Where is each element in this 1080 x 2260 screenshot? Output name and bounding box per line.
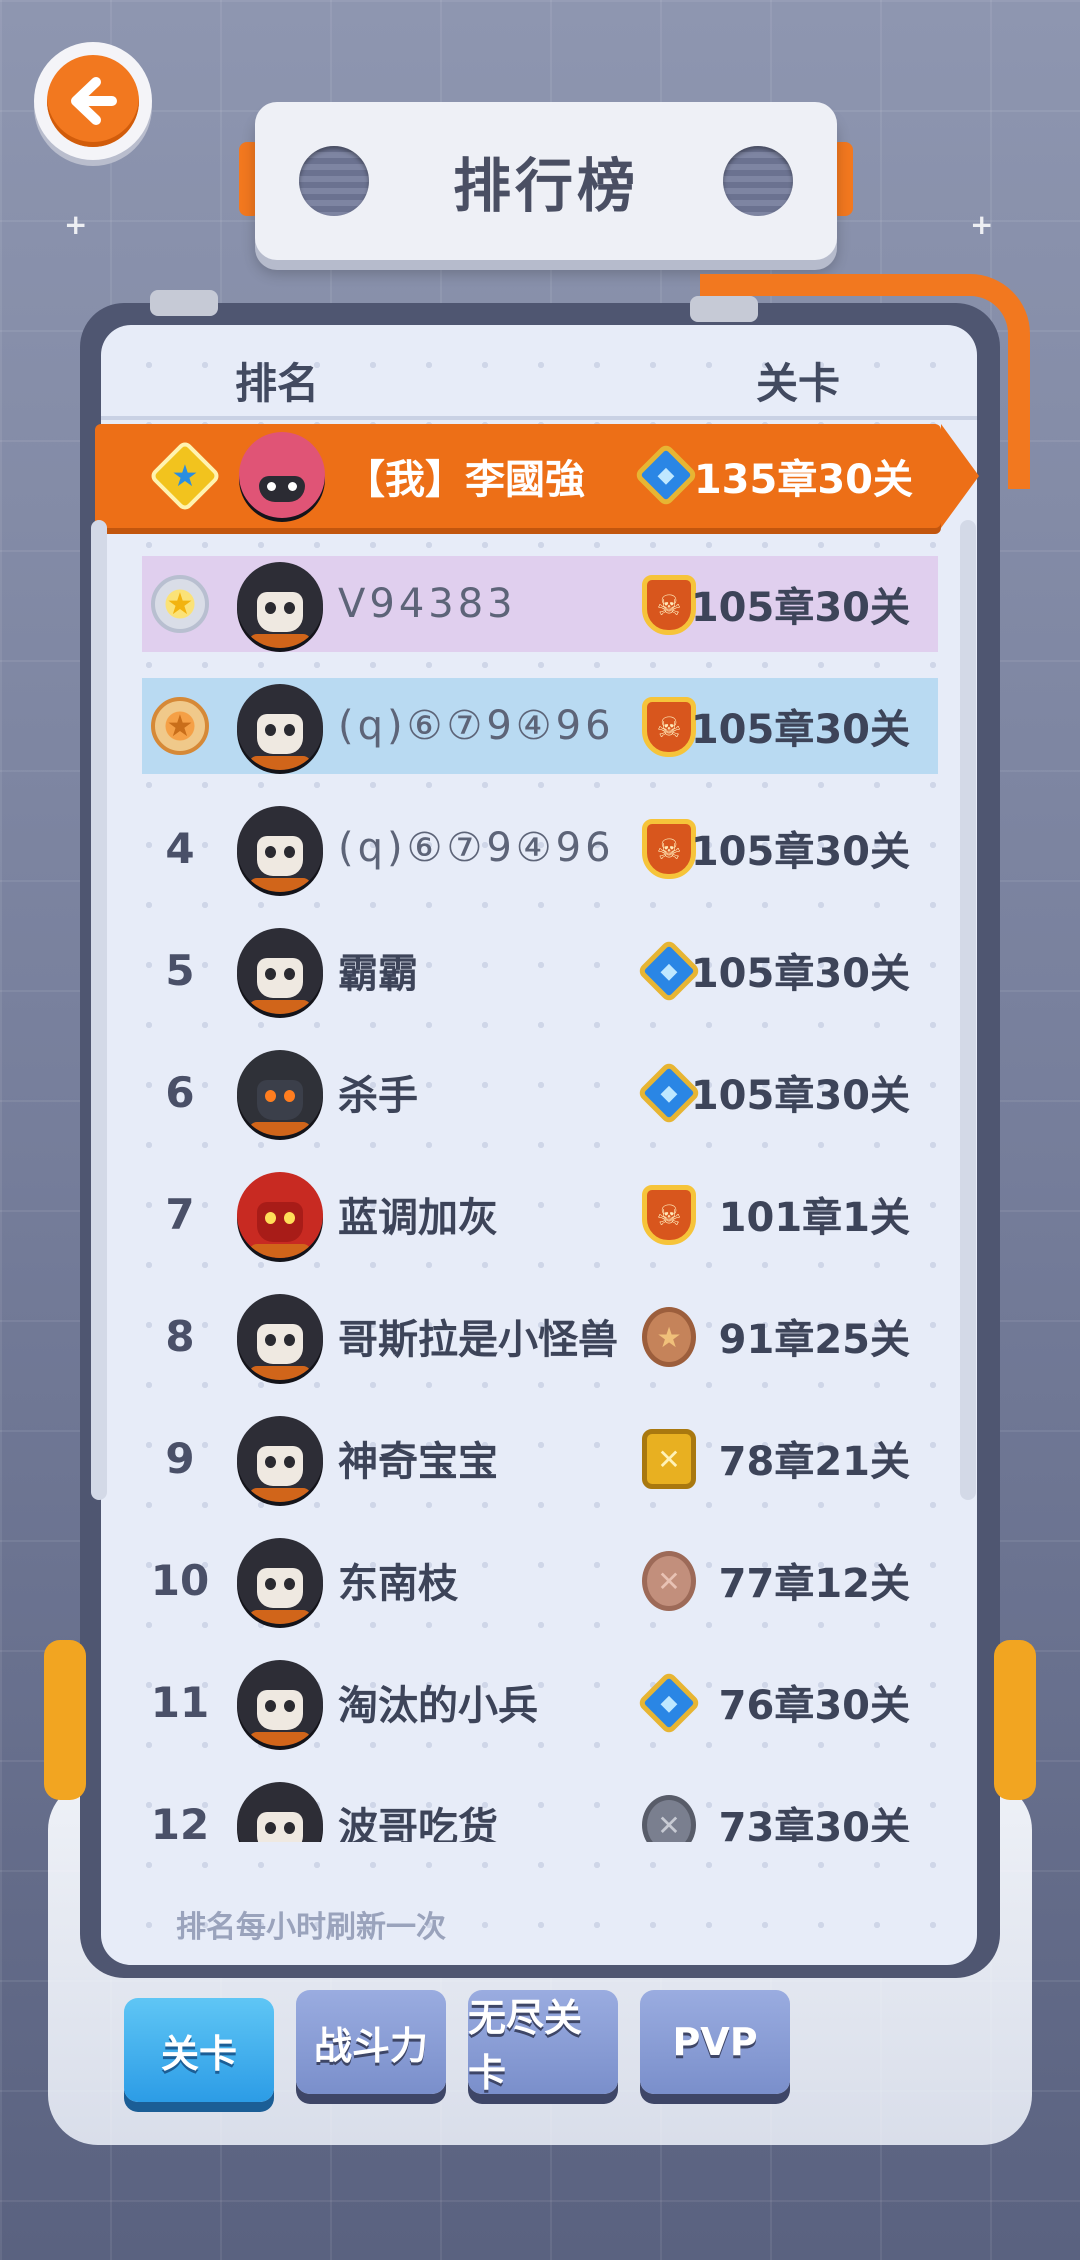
rank-number: 6 [165, 1067, 195, 1117]
board-clip [150, 290, 218, 316]
level-column-header: 关卡 [756, 359, 841, 408]
avatar [237, 806, 323, 892]
player-level: 105章30关 [690, 707, 910, 753]
avatar [237, 1172, 323, 1258]
bronze-star-badge-icon: ★ [638, 1304, 700, 1370]
rank-column-header: 排名 [235, 359, 320, 408]
player-name: 霸霸 [338, 951, 418, 997]
avatar [237, 1050, 323, 1136]
rank-medal: ★ [142, 678, 218, 774]
leaderboard-row[interactable]: ★ (q)⑥⑦9④96 ☠ 105章30关 [142, 678, 938, 774]
player-level: 105章30关 [690, 1073, 910, 1119]
leaderboard-row[interactable]: 6 杀手 ◆ 105章30关 [142, 1044, 938, 1140]
avatar [237, 1294, 323, 1380]
tab-level[interactable]: 关卡 [124, 1998, 274, 2102]
player-name: 神奇宝宝 [338, 1439, 498, 1485]
leaderboard-row[interactable]: 12 波哥吃货 ✕ 73章30关 [142, 1776, 938, 1842]
my-level: 135章30关 [693, 457, 913, 503]
tray-side-left [44, 1640, 86, 1800]
player-name: 东南枝 [338, 1561, 458, 1607]
tab-endless[interactable]: 无尽关卡 [468, 1990, 618, 2095]
player-name: 杀手 [338, 1073, 418, 1119]
rank-number: 10 [150, 1555, 210, 1605]
player-name: 淘汰的小兵 [338, 1683, 538, 1729]
my-rank-row[interactable]: ★ 【我】李國強 ◆ 135章30关 [95, 424, 979, 528]
category-tabs: 关卡 战斗力 无尽关卡 PVP [124, 1990, 790, 2102]
refresh-note: 排名每小时刷新一次 [176, 1910, 446, 1945]
rank-number: 8 [165, 1311, 195, 1361]
sparkle-icon: + [64, 208, 88, 241]
player-name: 波哥吃货 [338, 1805, 498, 1842]
title-plate: 排行榜 [239, 102, 853, 260]
rank-medal: ★ [142, 556, 218, 652]
back-button[interactable] [34, 42, 152, 160]
player-level: 91章25关 [718, 1317, 910, 1363]
bolt-icon [723, 146, 793, 216]
leaderboard-row[interactable]: 7 蓝调加灰 ☠ 101章1关 [142, 1166, 938, 1262]
player-level: 76章30关 [718, 1683, 910, 1729]
rank-number: 7 [165, 1189, 195, 1239]
avatar [237, 562, 323, 648]
avatar [237, 928, 323, 1014]
blue-gem-badge-icon: ◆ [636, 1670, 702, 1736]
bolt-icon [299, 146, 369, 216]
rank-number: 4 [165, 823, 195, 873]
grey-badge-icon: ✕ [638, 1792, 700, 1842]
tab-power[interactable]: 战斗力 [296, 1990, 446, 2094]
leaderboard-row[interactable]: 4 (q)⑥⑦9④96 ☠ 105章30关 [142, 800, 938, 896]
my-rank-medal: ★ [147, 424, 223, 528]
my-player-name: 【我】李國強 [345, 457, 585, 503]
leaderboard-row[interactable]: ★ V94383 ☠ 105章30关 [142, 556, 938, 652]
avatar [239, 432, 325, 518]
player-name: V94383 [338, 581, 517, 627]
avatar [237, 1782, 323, 1842]
diamond-star-icon: ★ [148, 439, 222, 513]
copper-badge-icon: ✕ [638, 1548, 700, 1614]
player-level: 77章12关 [718, 1561, 910, 1607]
player-level: 101章1关 [718, 1195, 910, 1241]
blue-gem-badge-icon: ◆ [633, 442, 699, 508]
rank-number: 11 [150, 1677, 210, 1727]
bronze-medal-icon: ★ [151, 697, 209, 755]
back-arrow-icon [47, 55, 139, 147]
sparkle-icon: + [970, 208, 994, 241]
gold-cross-badge-icon: ✕ [638, 1426, 700, 1492]
tray-side-right [994, 1640, 1036, 1800]
leaderboard-row[interactable]: 8 哥斯拉是小怪兽 ★ 91章25关 [142, 1288, 938, 1384]
player-level: 105章30关 [690, 951, 910, 997]
avatar [237, 1660, 323, 1746]
rank-number: 12 [150, 1799, 210, 1843]
rank-number: 9 [165, 1433, 195, 1483]
board-clip [690, 296, 758, 322]
player-level: 105章30关 [690, 829, 910, 875]
tab-pvp[interactable]: PVP [640, 1990, 790, 2094]
player-name: (q)⑥⑦9④96 [338, 825, 615, 871]
avatar [237, 1416, 323, 1502]
leaderboard-row[interactable]: 11 淘汰的小兵 ◆ 76章30关 [142, 1654, 938, 1750]
avatar [237, 1538, 323, 1624]
player-name: 哥斯拉是小怪兽 [338, 1317, 618, 1363]
leaderboard-row[interactable]: 9 神奇宝宝 ✕ 78章21关 [142, 1410, 938, 1506]
leaderboard-list[interactable]: ★ V94383 ☠ 105章30关 ★ (q)⑥⑦9④96 ☠ 105章30关 4 (q)⑥⑦9… [101, 540, 977, 1842]
player-level: 73章30关 [718, 1805, 910, 1842]
leaderboard-row[interactable]: 5 霸霸 ◆ 105章30关 [142, 922, 938, 1018]
player-name: 蓝调加灰 [338, 1195, 498, 1241]
column-header: 排名 关卡 [101, 340, 977, 420]
player-level: 105章30关 [690, 585, 910, 631]
avatar [237, 684, 323, 770]
page-title: 排行榜 [452, 152, 639, 220]
leaderboard-row[interactable]: 10 东南枝 ✕ 77章12关 [142, 1532, 938, 1628]
skull-shield-badge-icon: ☠ [638, 1182, 700, 1248]
rank-number: 5 [165, 945, 195, 995]
player-level: 78章21关 [718, 1439, 910, 1485]
silver-medal-icon: ★ [151, 575, 209, 633]
player-name: (q)⑥⑦9④96 [338, 703, 615, 749]
